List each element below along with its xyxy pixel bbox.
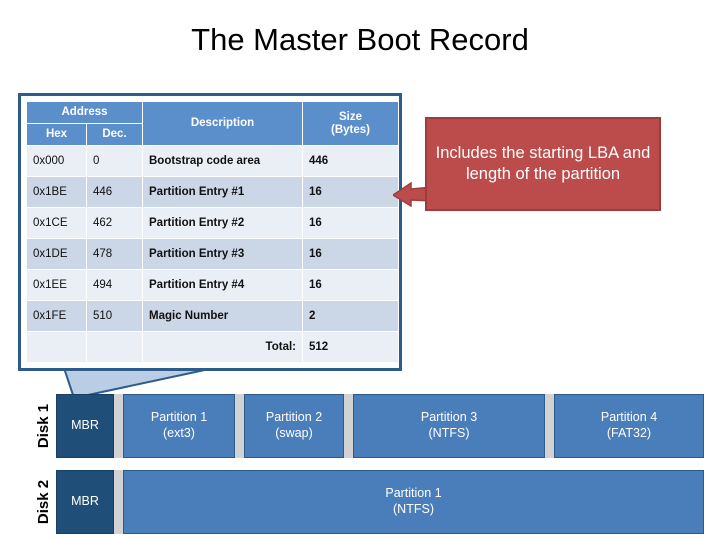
- table-head: Address Description Size (Bytes) Hex Dec…: [26, 101, 399, 146]
- disk1-block-partition-4-name: Partition 4: [600, 410, 658, 425]
- cell-dec: 462: [86, 207, 143, 239]
- cell-size: 16: [302, 238, 399, 270]
- disk2-gap-1: [114, 470, 123, 534]
- disk1-block-partition-1-fs: (ext3): [163, 426, 195, 440]
- cell-size: 2: [302, 300, 399, 332]
- cell-dec: 478: [86, 238, 143, 270]
- table-row: 0x1DE 478 Partition Entry #3 16: [26, 238, 399, 270]
- table-row: 0x1FE 510 Magic Number 2: [26, 300, 399, 332]
- cell-hex: 0x000: [26, 145, 87, 177]
- header-hex: Hex: [26, 123, 87, 146]
- disk2-block-partition-1-fs: (NTFS): [393, 502, 434, 516]
- header-description: Description: [142, 101, 303, 146]
- disk2-block-mbr-label: MBR: [71, 494, 99, 509]
- disk1-block-partition-1-name: Partition 1: [150, 410, 208, 425]
- cell-desc: Partition Entry #2: [142, 207, 303, 239]
- disk1-block-partition-4[interactable]: Partition 4 (FAT32): [554, 394, 704, 458]
- mbr-layout-table: Address Description Size (Bytes) Hex Dec…: [26, 101, 399, 363]
- cell-hex: 0x1CE: [26, 207, 87, 239]
- disk1-block-partition-1[interactable]: Partition 1 (ext3): [123, 394, 235, 458]
- cell-dec: 494: [86, 269, 143, 301]
- disk2-block-mbr[interactable]: MBR: [56, 470, 114, 534]
- callout-text: Includes the starting LBA and length of …: [435, 143, 651, 183]
- cell-desc: Bootstrap code area: [142, 145, 303, 177]
- disk1-gap-1: [114, 394, 123, 458]
- cell-size: 16: [302, 176, 399, 208]
- table-body: 0x000 0 Bootstrap code area 446 0x1BE 44…: [26, 145, 399, 363]
- disk1-block-partition-2-name: Partition 2: [265, 410, 323, 425]
- disk2-block-partition-1[interactable]: Partition 1 (NTFS): [123, 470, 704, 534]
- disk1-block-partition-2[interactable]: Partition 2 (swap): [244, 394, 344, 458]
- disk-track-1: MBR Partition 1 (ext3) Partition 2 (swap…: [56, 394, 704, 458]
- callout-box: Includes the starting LBA and length of …: [425, 117, 661, 211]
- header-size: Size (Bytes): [302, 101, 399, 146]
- disk-row-2: Disk 2 MBR Partition 1 (NTFS): [35, 470, 704, 534]
- cell-hex: 0x1FE: [26, 300, 87, 332]
- disk1-block-partition-4-fs: (FAT32): [606, 426, 652, 440]
- table-row: 0x000 0 Bootstrap code area 446: [26, 145, 399, 177]
- cell-hex: 0x1BE: [26, 176, 87, 208]
- cell-hex: 0x1EE: [26, 269, 87, 301]
- cell-desc: Magic Number: [142, 300, 303, 332]
- cell-desc: Partition Entry #4: [142, 269, 303, 301]
- cell-size: 446: [302, 145, 399, 177]
- disk1-block-mbr[interactable]: MBR: [56, 394, 114, 458]
- disk-row-1: Disk 1 MBR Partition 1 (ext3) Partition …: [35, 394, 704, 458]
- disk-label-1: Disk 1: [35, 403, 52, 449]
- table-row: 0x1EE 494 Partition Entry #4 16: [26, 269, 399, 301]
- header-size-line2: (Bytes): [331, 123, 370, 136]
- cell-size: 16: [302, 269, 399, 301]
- disk2-block-partition-1-name: Partition 1: [385, 486, 442, 501]
- disk-label-2: Disk 2: [35, 479, 52, 525]
- table-total-row: Total: 512: [26, 331, 399, 363]
- mbr-table-frame: Address Description Size (Bytes) Hex Dec…: [18, 93, 402, 371]
- cell-empty-hex: [26, 331, 87, 363]
- page-title: The Master Boot Record: [191, 22, 529, 57]
- header-address: Address: [26, 101, 143, 124]
- disk1-block-mbr-label: MBR: [71, 418, 99, 433]
- disk1-block-partition-3[interactable]: Partition 3 (NTFS): [353, 394, 545, 458]
- cell-desc: Partition Entry #3: [142, 238, 303, 270]
- disk1-block-partition-2-fs: (swap): [275, 426, 313, 440]
- disk1-gap-4: [545, 394, 554, 458]
- disk1-gap-3: [344, 394, 353, 458]
- cell-hex: 0x1DE: [26, 238, 87, 270]
- disk1-block-partition-3-fs: (NTFS): [428, 426, 470, 440]
- cell-dec: 446: [86, 176, 143, 208]
- disk-track-2: MBR Partition 1 (NTFS): [56, 470, 704, 534]
- header-size-line1: Size: [338, 111, 362, 124]
- disk1-block-partition-3-name: Partition 3: [420, 410, 478, 425]
- table-row: 0x1BE 446 Partition Entry #1 16: [26, 176, 399, 208]
- cell-empty-dec: [86, 331, 143, 363]
- table-row: 0x1CE 462 Partition Entry #2 16: [26, 207, 399, 239]
- header-dec: Dec.: [86, 123, 143, 146]
- cell-size: 16: [302, 207, 399, 239]
- table-header-row-1: Address Description Size (Bytes): [26, 101, 399, 146]
- disk1-gap-2: [235, 394, 244, 458]
- total-label: Total:: [142, 331, 303, 363]
- total-value: 512: [302, 331, 399, 363]
- cell-dec: 0: [86, 145, 143, 177]
- cell-desc: Partition Entry #1: [142, 176, 303, 208]
- cell-dec: 510: [86, 300, 143, 332]
